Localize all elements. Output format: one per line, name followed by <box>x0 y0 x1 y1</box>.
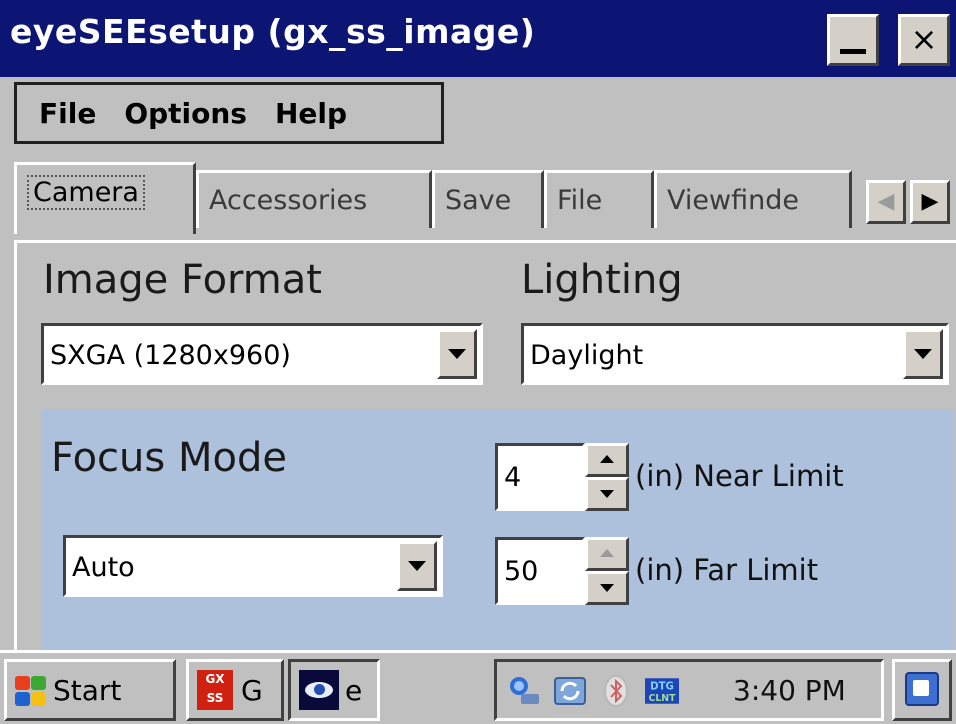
image-format-label: Image Format <box>43 257 322 303</box>
minimize-button[interactable] <box>827 14 879 66</box>
near-limit-stepper <box>585 443 629 511</box>
chevron-down-icon <box>914 349 932 359</box>
sync-icon[interactable] <box>553 674 587 708</box>
arrow-up-icon <box>600 455 614 463</box>
tab-accessories[interactable]: Accessories <box>196 170 432 228</box>
lighting-label: Lighting <box>521 257 683 303</box>
lighting-select[interactable]: Daylight <box>521 323 949 385</box>
desktop-icon <box>905 672 939 706</box>
clock[interactable]: 3:40 PM <box>733 674 846 707</box>
near-limit-decrement-button[interactable] <box>585 477 629 511</box>
minimize-icon <box>840 49 866 54</box>
lighting-value: Daylight <box>530 340 644 371</box>
far-limit-stepper <box>585 537 629 605</box>
image-format-dropdown-button[interactable] <box>437 329 477 379</box>
image-format-value: SXGA (1280x960) <box>50 340 291 371</box>
arrow-down-icon <box>600 490 614 498</box>
tab-viewfinder[interactable]: Viewfinde <box>654 170 852 228</box>
tab-camera-label: Camera <box>27 175 145 210</box>
window-title: eyeSEEsetup (gx_ss_image) <box>10 12 536 51</box>
network-icon[interactable] <box>507 674 541 708</box>
svg-text:CLNT: CLNT <box>648 693 676 704</box>
menu-help[interactable]: Help <box>261 97 361 130</box>
menu-bar: File Options Help <box>14 82 444 144</box>
arrow-left-icon: ◀ <box>877 188 895 213</box>
tab-scroll-right-button[interactable]: ▶ <box>910 180 950 224</box>
dtg-client-icon[interactable]: DTG CLNT <box>645 674 679 708</box>
eyesee-app-icon <box>299 670 339 710</box>
bluetooth-icon[interactable] <box>599 674 633 708</box>
close-button[interactable]: × <box>898 14 950 66</box>
task-gx-ss[interactable]: GX SS G <box>186 659 284 721</box>
arrow-down-icon <box>600 584 614 592</box>
system-tray: DTG CLNT 3:40 PM <box>494 659 884 721</box>
gx-ss-app-icon: GX SS <box>197 670 233 710</box>
start-label: Start <box>53 674 122 707</box>
image-format-select[interactable]: SXGA (1280x960) <box>41 323 483 385</box>
tab-save[interactable]: Save <box>432 170 544 228</box>
arrow-right-icon: ▶ <box>921 188 939 213</box>
focus-mode-dropdown-button[interactable] <box>397 541 437 591</box>
camera-tab-panel: Image Format Lighting SXGA (1280x960) Da… <box>14 240 956 653</box>
tab-scroll-left-button[interactable]: ◀ <box>866 180 906 224</box>
near-limit-label: (in) Near Limit <box>635 459 844 493</box>
focus-mode-select[interactable]: Auto <box>63 535 443 597</box>
taskbar: Start GX SS G e DTG CLNT 3:40 PM <box>0 650 956 724</box>
far-limit-increment-button[interactable] <box>585 537 629 571</box>
focus-settings-group: Focus Mode Auto 4 (in) Near Limit 50 (in… <box>41 409 953 653</box>
chevron-down-icon <box>448 349 466 359</box>
start-button[interactable]: Start <box>4 659 176 721</box>
svg-text:DTG: DTG <box>650 681 674 692</box>
focus-mode-value: Auto <box>72 552 135 583</box>
far-limit-label: (in) Far Limit <box>635 553 819 587</box>
far-limit-decrement-button[interactable] <box>585 571 629 605</box>
near-limit-value: 4 <box>504 462 522 493</box>
focus-mode-label: Focus Mode <box>51 435 287 481</box>
far-limit-input[interactable]: 50 <box>495 537 585 605</box>
tab-camera[interactable]: Camera <box>14 162 196 234</box>
windows-logo-icon <box>13 674 47 708</box>
chevron-down-icon <box>408 561 426 571</box>
menu-file[interactable]: File <box>17 97 110 130</box>
tab-strip: Camera Accessories Save File Viewfinde ◀… <box>14 158 956 240</box>
title-separator <box>0 72 956 77</box>
task-gx-ss-label: G <box>241 674 263 707</box>
lighting-dropdown-button[interactable] <box>903 329 943 379</box>
task-eyesee-label: e <box>345 674 363 707</box>
task-eyesee[interactable]: e <box>288 659 380 721</box>
near-limit-increment-button[interactable] <box>585 443 629 477</box>
arrow-up-icon <box>600 549 614 557</box>
show-desktop-button[interactable] <box>892 659 952 721</box>
tab-file[interactable]: File <box>544 170 654 228</box>
title-bar: eyeSEEsetup (gx_ss_image) × <box>0 0 956 72</box>
near-limit-input[interactable]: 4 <box>495 443 585 511</box>
far-limit-value: 50 <box>504 556 539 587</box>
menu-options[interactable]: Options <box>110 97 261 130</box>
